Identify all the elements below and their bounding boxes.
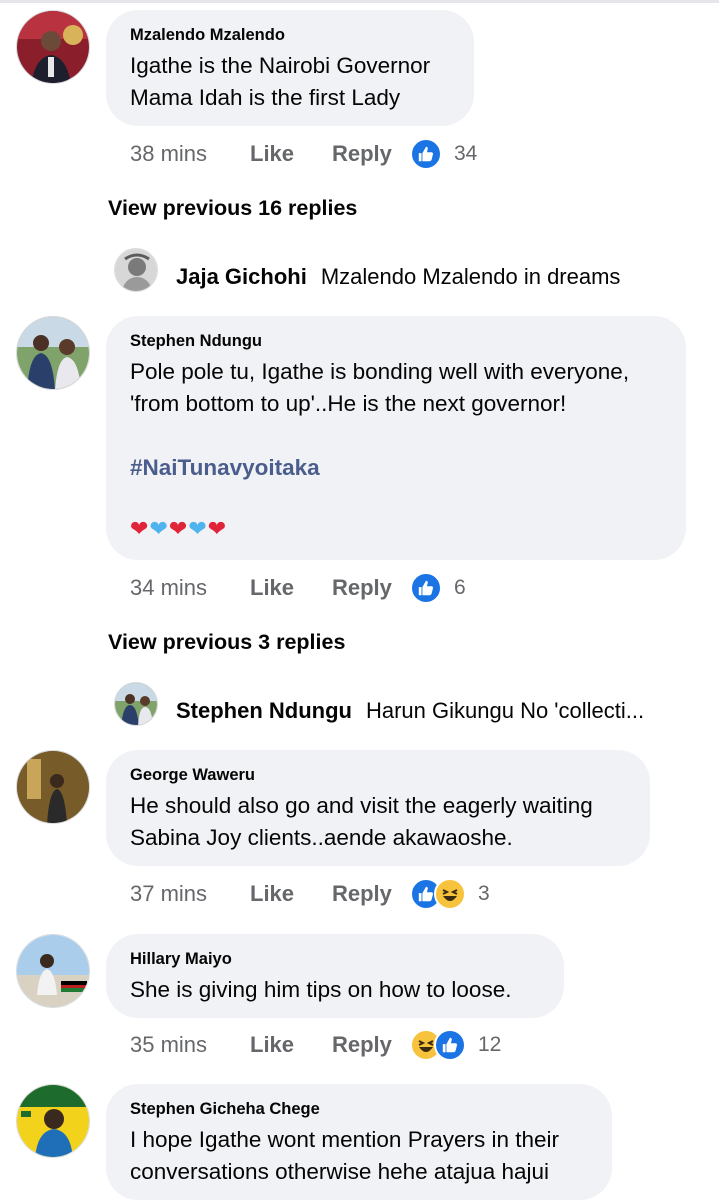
reaction-summary[interactable]: 6 — [410, 572, 466, 604]
comment-text: Igathe is the Nairobi Governor — [130, 53, 431, 78]
comment-bubble: George Waweru He should also go and visi… — [106, 750, 650, 866]
comment-author[interactable]: Stephen Gicheha Chege — [130, 1098, 588, 1120]
reply-preview[interactable]: Jaja Gichohi Mzalendo Mzalendo in dreams — [162, 253, 620, 301]
comment-time[interactable]: 38 mins — [130, 141, 250, 167]
comment-author[interactable]: George Waweru — [130, 764, 626, 786]
comment-time[interactable]: 34 mins — [130, 575, 250, 601]
red-heart-icon: ❤ — [207, 516, 228, 541]
avatar[interactable] — [16, 1084, 90, 1158]
comment-author[interactable]: Mzalendo Mzalendo — [130, 24, 450, 46]
reply-button[interactable]: Reply — [332, 575, 410, 601]
avatar[interactable] — [16, 316, 90, 390]
like-button[interactable]: Like — [250, 881, 332, 907]
comment-actions: 37 mins Like Reply 3 — [130, 876, 490, 912]
reply-author[interactable]: Jaja Gichohi — [176, 264, 307, 290]
reply-button[interactable]: Reply — [332, 1032, 410, 1058]
comment-text: 'from bottom to up'..He is the next gove… — [130, 391, 567, 416]
view-previous-replies-link[interactable]: View previous 3 replies — [108, 630, 345, 655]
reaction-summary[interactable]: 3 — [410, 878, 490, 910]
avatar[interactable] — [114, 248, 158, 292]
heart-emojis: ❤❤❤❤❤ — [130, 514, 662, 544]
avatar[interactable] — [16, 934, 90, 1008]
reaction-count: 34 — [454, 142, 478, 165]
haha-reaction-icon — [434, 878, 466, 910]
comment-text: conversations otherwise hehe atajua haju… — [130, 1159, 550, 1184]
avatar[interactable] — [16, 10, 90, 84]
like-button[interactable]: Like — [250, 1032, 332, 1058]
reply-text: Mzalendo Mzalendo in dreams — [320, 264, 621, 289]
view-previous-replies-link[interactable]: View previous 16 replies — [108, 196, 357, 221]
red-heart-icon: ❤ — [168, 516, 189, 541]
reaction-summary[interactable]: 12 — [410, 1029, 501, 1061]
red-heart-icon: ❤ — [130, 516, 150, 541]
comment-text: He should also go and visit the eagerly … — [130, 793, 593, 818]
like-reaction-icon — [410, 138, 442, 170]
like-button[interactable]: Like — [250, 141, 332, 167]
comment-text: She is giving him tips on how to loose. — [130, 977, 512, 1002]
reaction-count: 12 — [478, 1033, 502, 1056]
top-divider — [0, 0, 719, 3]
blue-heart-icon: ❤ — [188, 516, 208, 541]
reaction-count: 6 — [454, 576, 466, 599]
blue-heart-icon: ❤ — [149, 516, 169, 541]
comment-time[interactable]: 37 mins — [130, 881, 250, 907]
comment-bubble: Stephen Gicheha Chege I hope Igathe wont… — [106, 1084, 612, 1200]
comment-actions: 38 mins Like Reply 34 — [130, 136, 477, 172]
comment-text: Sabina Joy clients..aende akawaoshe. — [130, 825, 513, 850]
comment-author[interactable]: Hillary Maiyo — [130, 948, 540, 970]
hashtag-link[interactable]: #NaiTunavyoitaka — [130, 452, 662, 484]
comment-text: Mama Idah is the first Lady — [130, 85, 401, 110]
reply-text: Harun Gikungu No 'collecti... — [365, 698, 645, 723]
reply-preview[interactable]: Stephen Ndungu Harun Gikungu No 'collect… — [162, 687, 644, 735]
comment-text: Pole pole tu, Igathe is bonding well wit… — [130, 359, 630, 384]
reaction-summary[interactable]: 34 — [410, 138, 477, 170]
avatar[interactable] — [114, 682, 158, 726]
like-button[interactable]: Like — [250, 575, 332, 601]
like-reaction-icon — [410, 572, 442, 604]
like-reaction-icon — [434, 1029, 466, 1061]
reply-author[interactable]: Stephen Ndungu — [176, 698, 352, 724]
comment-time[interactable]: 35 mins — [130, 1032, 250, 1058]
reaction-count: 3 — [478, 882, 490, 905]
comment-actions: 35 mins Like Reply 12 — [130, 1027, 501, 1063]
comment-bubble: Mzalendo Mzalendo Igathe is the Nairobi … — [106, 10, 474, 126]
comment-bubble: Hillary Maiyo She is giving him tips on … — [106, 934, 564, 1018]
comment-author[interactable]: Stephen Ndungu — [130, 330, 662, 352]
reply-button[interactable]: Reply — [332, 141, 410, 167]
reply-button[interactable]: Reply — [332, 881, 410, 907]
comment-actions: 34 mins Like Reply 6 — [130, 570, 466, 606]
comment-bubble: Stephen Ndungu Pole pole tu, Igathe is b… — [106, 316, 686, 560]
avatar[interactable] — [16, 750, 90, 824]
comment-text: I hope Igathe wont mention Prayers in th… — [130, 1127, 559, 1152]
